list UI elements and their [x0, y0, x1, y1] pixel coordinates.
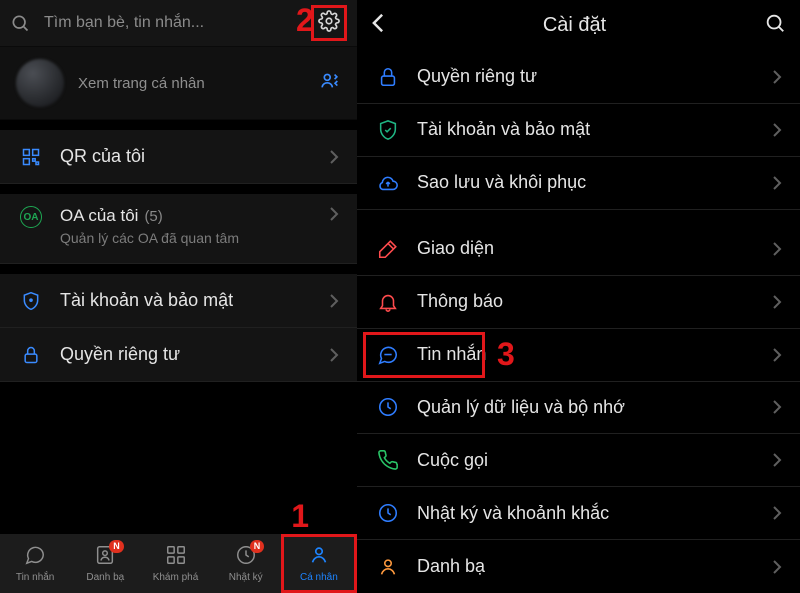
chevron-right-icon — [329, 206, 339, 222]
oa-icon: OA — [18, 206, 44, 228]
my-qr-row[interactable]: QR của tôi — [0, 130, 357, 184]
settings-calls-row[interactable]: Cuộc gọi — [357, 434, 800, 487]
callout-1: 1 — [291, 498, 309, 535]
chevron-right-icon — [772, 241, 782, 257]
tab-discover-label: Khám phá — [153, 572, 199, 583]
settings-title: Cài đặt — [385, 14, 764, 37]
search-placeholder: Tìm bạn bè, tin nhắn... — [44, 14, 204, 32]
chevron-right-icon — [772, 505, 782, 521]
tab-diary-label: Nhật ký — [229, 572, 263, 583]
tab-me-label: Cá nhân — [300, 572, 338, 583]
security-row[interactable]: Tài khoản và bảo mật — [0, 274, 357, 328]
settings-header: Cài đặt — [357, 0, 800, 51]
profile-section-1: QR của tôi — [0, 130, 357, 184]
chevron-right-icon — [772, 122, 782, 138]
shield-icon — [18, 291, 44, 311]
search-field[interactable]: Tìm bạn bè, tin nhắn... — [10, 13, 311, 33]
brush-icon — [375, 238, 401, 260]
chat-icon — [23, 544, 47, 569]
tab-diary[interactable]: N Nhật ký — [211, 534, 281, 593]
discover-icon — [164, 544, 188, 569]
settings-security-label: Tài khoản và bảo mật — [401, 119, 772, 140]
phone-profile-screen: 2 1 Tìm bạn bè, tin nhắn... — [0, 0, 357, 593]
chevron-right-icon — [772, 559, 782, 575]
profile-subtitle: Xem trang cá nhân — [78, 75, 319, 92]
settings-backup-row[interactable]: Sao lưu và khôi phục — [357, 157, 800, 210]
settings-notif-row[interactable]: Thông báo — [357, 276, 800, 329]
chevron-right-icon — [772, 452, 782, 468]
lock-icon — [18, 345, 44, 365]
cloud-icon — [375, 172, 401, 194]
tab-bar: Tin nhắn N Danh bạ Khám phá N Nhật ký — [0, 533, 357, 593]
chevron-right-icon — [329, 347, 339, 363]
chevron-right-icon — [329, 293, 339, 309]
person-icon — [307, 544, 331, 569]
privacy-label: Quyền riêng tư — [44, 344, 329, 365]
settings-button[interactable] — [311, 5, 347, 41]
back-button[interactable] — [371, 12, 385, 39]
settings-calls-label: Cuộc gọi — [401, 450, 772, 471]
avatar — [16, 59, 64, 107]
badge-n: N — [250, 540, 265, 553]
chevron-right-icon — [329, 149, 339, 165]
shield-icon — [375, 119, 401, 141]
chevron-right-icon — [772, 399, 782, 415]
settings-data-label: Quản lý dữ liệu và bộ nhớ — [401, 397, 772, 418]
tab-messages-label: Tin nhắn — [16, 572, 55, 583]
profile-row[interactable]: Xem trang cá nhân — [0, 46, 357, 120]
person-icon — [375, 556, 401, 578]
settings-contacts-label: Danh bạ — [401, 556, 772, 577]
settings-notif-label: Thông báo — [401, 291, 772, 312]
bell-icon — [375, 291, 401, 313]
settings-diary-row[interactable]: Nhật ký và khoảnh khắc — [357, 487, 800, 540]
my-oa-label: OA của tôi — [60, 206, 138, 225]
tab-contacts-label: Danh bạ — [86, 572, 124, 583]
chevron-right-icon — [772, 69, 782, 85]
settings-privacy-label: Quyền riêng tư — [401, 66, 772, 87]
my-oa-sub: Quản lý các OA đã quan tâm — [60, 230, 329, 246]
settings-theme-row[interactable]: Giao diện — [357, 223, 800, 276]
clock-icon — [375, 396, 401, 418]
settings-security-row[interactable]: Tài khoản và bảo mật — [357, 104, 800, 157]
phone-settings-screen: 3 Cài đặt Quyền riêng tư Tài khoản và bả… — [357, 0, 800, 593]
security-label: Tài khoản và bảo mật — [44, 290, 329, 311]
phone-icon — [375, 449, 401, 471]
settings-contacts-row[interactable]: Danh bạ — [357, 540, 800, 593]
tab-messages[interactable]: Tin nhắn — [0, 534, 70, 593]
oa-count: (5) — [144, 208, 162, 225]
switch-account-icon[interactable] — [319, 70, 341, 97]
search-button[interactable] — [764, 12, 786, 39]
badge-n: N — [109, 540, 124, 553]
privacy-row[interactable]: Quyền riêng tư — [0, 328, 357, 382]
my-qr-label: QR của tôi — [44, 146, 329, 167]
my-oa-row[interactable]: OA OA của tôi (5) Quản lý các OA đã quan … — [0, 194, 357, 264]
chevron-right-icon — [772, 294, 782, 310]
gear-icon — [318, 10, 340, 37]
qr-icon — [18, 147, 44, 167]
settings-theme-label: Giao diện — [401, 238, 772, 259]
settings-data-row[interactable]: Quản lý dữ liệu và bộ nhớ — [357, 382, 800, 435]
timeline-icon — [375, 502, 401, 524]
tab-discover[interactable]: Khám phá — [140, 534, 210, 593]
chevron-right-icon — [772, 175, 782, 191]
tab-contacts[interactable]: N Danh bạ — [70, 534, 140, 593]
settings-messages-row[interactable]: Tin nhắn — [357, 329, 800, 382]
search-icon — [10, 13, 30, 33]
tab-me[interactable]: Cá nhân — [281, 534, 357, 593]
settings-privacy-row[interactable]: Quyền riêng tư — [357, 51, 800, 104]
chevron-right-icon — [772, 347, 782, 363]
settings-backup-label: Sao lưu và khôi phục — [401, 172, 772, 193]
profile-header: Tìm bạn bè, tin nhắn... — [0, 0, 357, 46]
lock-icon — [375, 66, 401, 88]
settings-diary-label: Nhật ký và khoảnh khắc — [401, 503, 772, 524]
